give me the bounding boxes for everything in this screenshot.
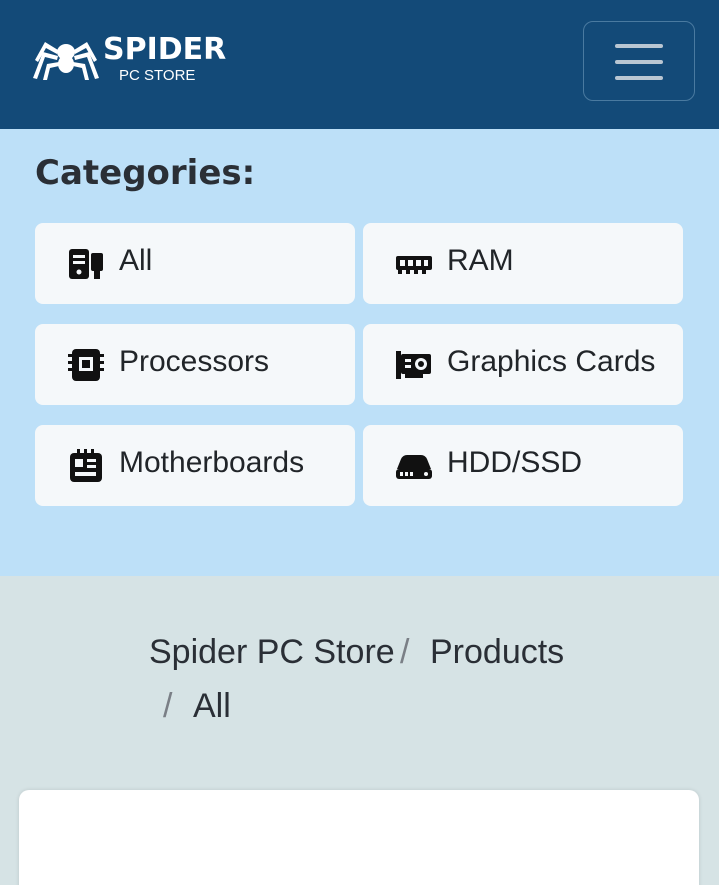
memory-icon	[396, 256, 432, 274]
breadcrumb-item-home[interactable]: Spider PC Store	[149, 633, 395, 672]
category-graphics-cards-button[interactable]: Graphics Cards	[363, 324, 683, 405]
breadcrumb-item-products[interactable]: Products	[430, 633, 564, 672]
category-ram-button[interactable]: RAM	[363, 223, 683, 304]
gpu-icon	[396, 351, 431, 379]
motherboard-icon	[70, 449, 102, 482]
breadcrumb-item-current: All	[193, 687, 231, 725]
breadcrumb: Spider PC Store / Products / All	[0, 576, 719, 766]
brand-name: SPIDER	[103, 32, 227, 67]
brand-logo[interactable]: SPIDER PC STORE	[31, 32, 231, 84]
navbar: SPIDER PC STORE	[0, 0, 719, 129]
category-processors-button[interactable]: Processors	[35, 324, 355, 405]
spider-logo-icon	[33, 42, 99, 80]
breadcrumb-separator: /	[400, 633, 410, 671]
category-motherboards-button[interactable]: Motherboards	[35, 425, 355, 506]
product-card[interactable]	[19, 790, 699, 885]
hamburger-icon	[615, 60, 663, 64]
category-label: Graphics Cards	[447, 345, 656, 378]
category-label: Motherboards	[119, 446, 305, 479]
category-label: HDD/SSD	[447, 446, 583, 479]
pc-tower-icon	[69, 249, 103, 279]
hamburger-icon	[615, 44, 663, 48]
category-all-button[interactable]: All	[35, 223, 355, 304]
category-hdd-ssd-button[interactable]: HDD/SSD	[363, 425, 683, 506]
brand-subtitle: PC STORE	[119, 67, 196, 84]
category-label: RAM	[447, 244, 514, 277]
breadcrumb-separator: /	[163, 687, 173, 725]
hamburger-menu-button[interactable]	[583, 21, 695, 101]
category-label: All	[119, 244, 153, 277]
categories-title: Categories:	[35, 153, 256, 193]
hamburger-icon	[615, 76, 663, 80]
cpu-icon	[68, 349, 104, 381]
hdd-icon	[396, 455, 432, 479]
categories-section: Categories: All RAM Processors Graphics …	[0, 129, 719, 576]
category-label: Processors	[119, 345, 270, 378]
